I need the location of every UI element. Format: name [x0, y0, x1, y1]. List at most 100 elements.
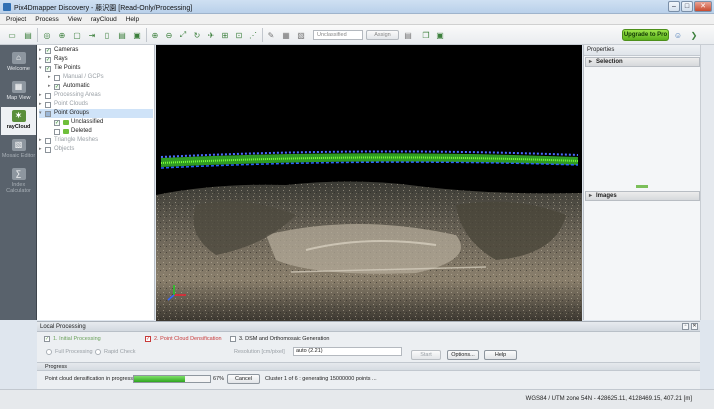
radio-circle[interactable] [46, 349, 52, 355]
upgrade-button[interactable]: Upgrade to Pro [622, 29, 669, 41]
paint-icon[interactable]: ▧ [295, 29, 307, 41]
fit-icon[interactable]: ⊡ [233, 29, 245, 41]
step3-checkbox[interactable] [230, 336, 236, 342]
layer-point-groups[interactable]: ▾ Point Groups [39, 109, 153, 118]
point-cloud-view [156, 45, 582, 321]
start-button[interactable]: Start [411, 350, 441, 360]
menu-bar: Project Process View rayCloud Help [0, 14, 714, 25]
layer-checkbox[interactable]: ✓ [45, 56, 51, 63]
forward-icon[interactable]: ❯ [688, 29, 700, 41]
measure-icon[interactable]: ⋰ [247, 29, 259, 41]
layer-checkbox[interactable] [45, 110, 51, 117]
layers-icon[interactable]: ▤ [402, 29, 414, 41]
index-icon: ∑ [11, 168, 26, 180]
menu-project[interactable]: Project [6, 14, 26, 24]
step-dsm-orthomosaic[interactable]: 3. DSM and Orthomosaic Generation [230, 336, 330, 342]
panel-splitter[interactable] [636, 185, 648, 188]
layer-triangle-meshes[interactable]: ▸ Triangle Meshes [39, 136, 98, 145]
step1-checkbox[interactable]: ✓ [44, 336, 50, 342]
class-select[interactable]: Unclassified [313, 30, 363, 40]
points-icon[interactable]: ⊕ [56, 29, 68, 41]
export-icon[interactable]: ⇥ [86, 29, 98, 41]
maximize-button[interactable]: □ [681, 1, 693, 12]
layer-objects[interactable]: ▸ Objects [39, 145, 74, 154]
layer-unclassified[interactable]: ✓ Unclassified [48, 118, 103, 127]
layer-checkbox[interactable]: ✓ [45, 47, 51, 54]
rapid-check-radio[interactable]: Rapid Check [95, 349, 136, 355]
layer-tie-points[interactable]: ▾ ✓ Tie Points [39, 64, 80, 73]
cameras-icon[interactable]: ◎ [41, 29, 53, 41]
cancel-button[interactable]: Cancel [227, 374, 260, 384]
properties-panel: Properties Selection Images [583, 45, 700, 320]
nav-label: Index Calculator [6, 182, 31, 194]
zoom-in-icon[interactable]: ⊕ [149, 29, 161, 41]
user-icon[interactable]: ☺ [672, 29, 684, 41]
options-button[interactable]: Options... [447, 350, 479, 360]
new-project-icon[interactable]: ▭ [6, 29, 18, 41]
layer-checkbox[interactable] [54, 128, 60, 135]
layer-label: Deleted [71, 128, 92, 134]
progress-label: Point cloud densification in progress [45, 376, 134, 382]
layer-processing-areas[interactable]: ▸ Processing Areas [39, 91, 101, 100]
layer-checkbox[interactable] [45, 101, 51, 108]
settings-icon[interactable]: ❐ [420, 29, 432, 41]
grid-icon[interactable]: ⊞ [219, 29, 231, 41]
local-processing-panel: Local Processing ▫ ✕ ✓ 1. Initial Proces… [37, 321, 700, 389]
nav-welcome[interactable]: ⌂ Welcome [1, 49, 36, 77]
layer-cameras[interactable]: ▸ ✓ Cameras [39, 46, 78, 55]
layer-automatic[interactable]: ▸ ✓ Automatic [48, 82, 90, 91]
layer-checkbox[interactable]: ✓ [54, 119, 60, 126]
resolution-input[interactable]: auto (2.21) [293, 347, 402, 356]
layer-checkbox[interactable] [45, 92, 51, 99]
radio-circle[interactable] [95, 349, 101, 355]
full-processing-radio[interactable]: Full Processing [46, 349, 93, 355]
assign-button[interactable]: Assign [366, 30, 399, 40]
report-icon[interactable]: ▤ [116, 29, 128, 41]
layer-checkbox[interactable]: ✓ [54, 83, 60, 90]
layer-label: Tie Points [54, 65, 81, 71]
rotate-icon[interactable]: ↻ [191, 29, 203, 41]
layer-checkbox[interactable]: ✓ [45, 65, 51, 72]
clipboard-icon[interactable]: ▣ [131, 29, 143, 41]
layer-manual-gcps[interactable]: ▸ Manual / GCPs [48, 73, 104, 82]
nav-label: Mosaic Editor [1, 153, 36, 159]
nav-map-view[interactable]: ▦ Map View [1, 78, 36, 106]
layers-panel: ▸ ✓ Cameras ▸ ✓ Rays ▾ ✓ Tie Points ▸ Ma… [37, 45, 155, 320]
layer-label: Triangle Meshes [54, 137, 99, 143]
layer-checkbox[interactable] [45, 137, 51, 144]
close-button[interactable]: ✕ [694, 1, 712, 12]
color-swatch-icon[interactable]: ▦ [280, 29, 292, 41]
menu-view[interactable]: View [68, 14, 82, 24]
menu-raycloud[interactable]: rayCloud [91, 14, 117, 24]
resolution-label: Resolution [cm/pixel] [234, 349, 285, 355]
fly-icon[interactable]: ✈ [205, 29, 217, 41]
minimize-button[interactable]: – [668, 1, 680, 12]
open-project-icon[interactable]: ▤ [22, 29, 34, 41]
save-icon[interactable]: ▢ [71, 29, 83, 41]
step2-checkbox[interactable]: ✓ [145, 336, 151, 342]
progress-fill [134, 376, 185, 382]
selection-section[interactable]: Selection [585, 57, 700, 67]
layer-deleted[interactable]: Deleted [48, 127, 92, 136]
zoom-extent-icon[interactable]: ⤢ [177, 29, 189, 41]
3d-viewport[interactable] [156, 45, 582, 321]
close-panel-icon[interactable]: ✕ [691, 323, 698, 330]
document-icon[interactable]: ▯ [101, 29, 113, 41]
menu-help[interactable]: Help [126, 14, 139, 24]
undock-icon[interactable]: ▫ [682, 323, 689, 330]
title-bar: Pix4Dmapper Discovery - 藤沢園 [Read-Only/P… [0, 0, 714, 14]
step-initial-processing[interactable]: ✓ 1. Initial Processing [44, 336, 101, 342]
step-point-cloud-densification[interactable]: ✓ 2. Point Cloud Densification [145, 336, 222, 342]
layer-checkbox[interactable] [45, 146, 51, 153]
right-collapse-bar[interactable] [700, 45, 714, 320]
nav-raycloud[interactable]: ✶ rayCloud [1, 107, 36, 135]
zoom-out-icon[interactable]: ⊖ [163, 29, 175, 41]
layer-checkbox[interactable] [54, 74, 60, 81]
layer-rays[interactable]: ▸ ✓ Rays [39, 55, 68, 64]
images-section[interactable]: Images [585, 191, 700, 201]
help-button[interactable]: Help [484, 350, 517, 360]
menu-process[interactable]: Process [35, 14, 58, 24]
image-icon[interactable]: ▣ [434, 29, 446, 41]
layer-point-clouds[interactable]: ▸ Point Clouds [39, 100, 88, 109]
brush-icon[interactable]: ✎ [265, 29, 277, 41]
